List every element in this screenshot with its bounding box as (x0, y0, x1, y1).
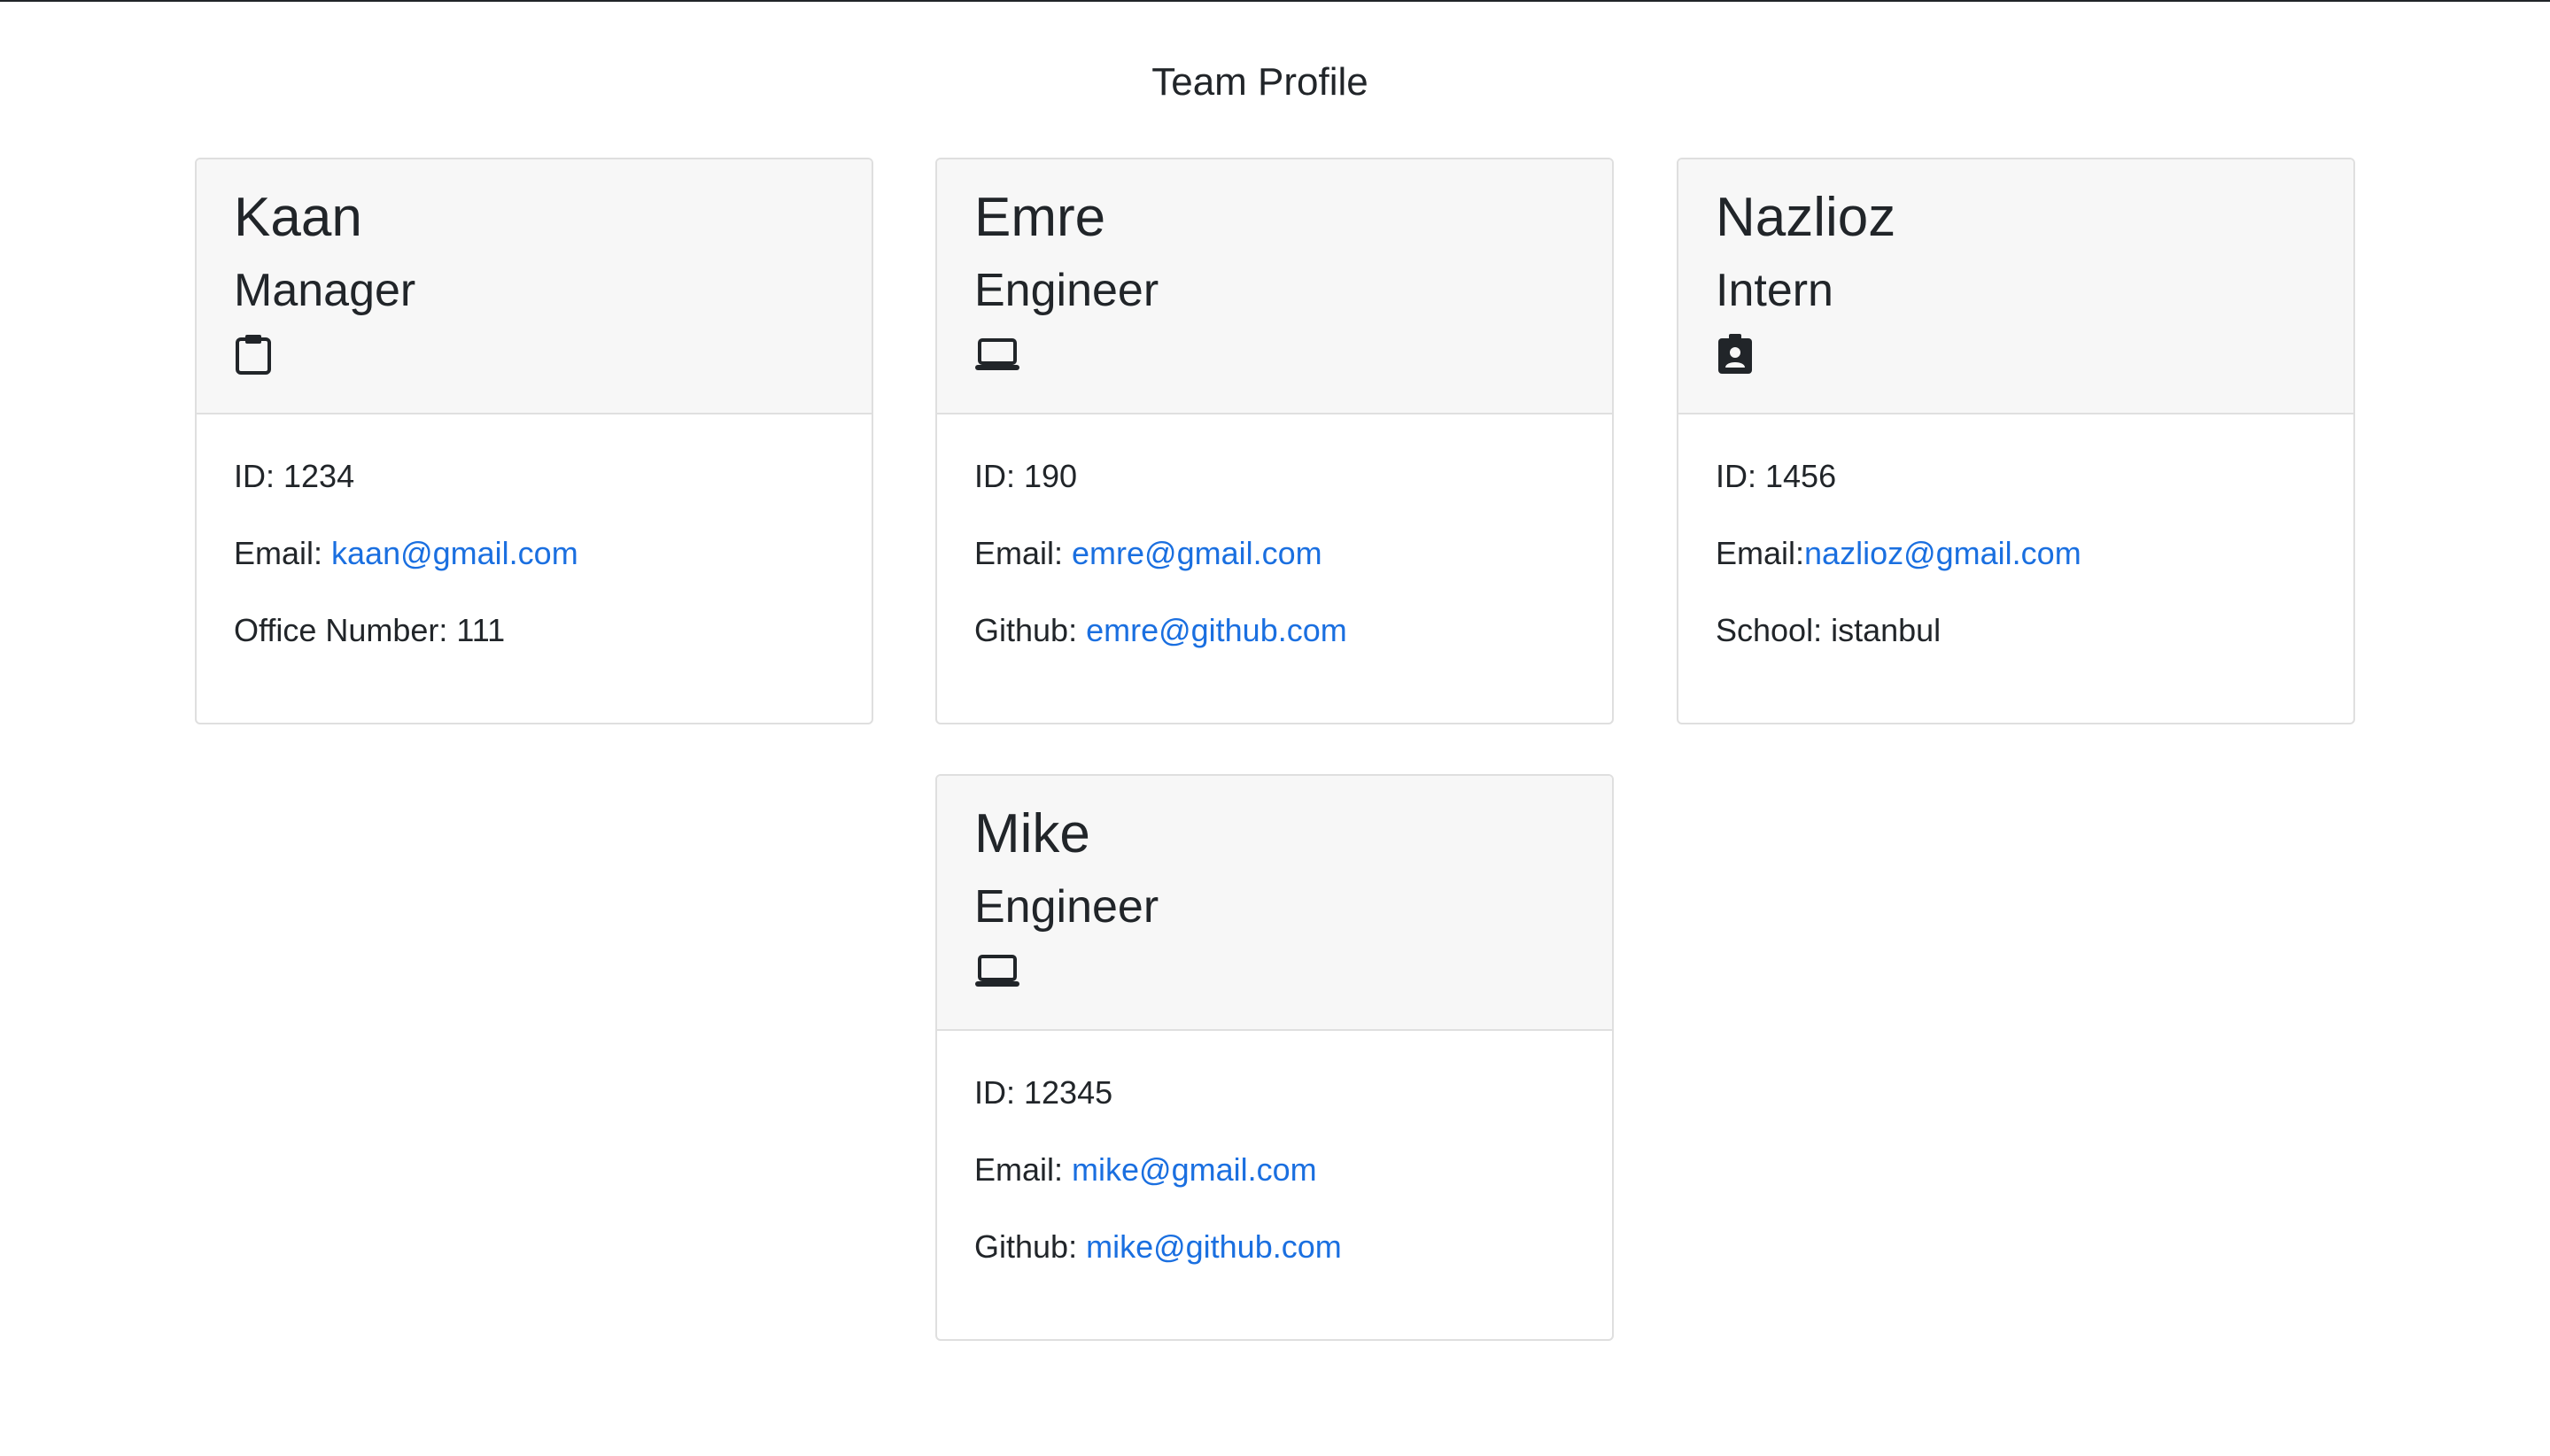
github-link[interactable]: emre@github.com (1086, 612, 1347, 648)
member-id: ID: 1234 (234, 458, 355, 494)
top-divider (0, 0, 2550, 2)
laptop-icon (974, 949, 1612, 995)
member-email-line: Email:nazlioz@gmail.com (1716, 534, 2353, 573)
member-id: ID: 1456 (1716, 458, 1837, 494)
member-office-number: Office Number: 111 (234, 612, 506, 648)
github-link[interactable]: mike@github.com (1086, 1228, 1342, 1265)
card-body: ID: 12345 Email: mike@gmail.com Github: … (937, 1031, 1612, 1266)
member-github-line: Github: mike@github.com (974, 1228, 1612, 1266)
card-header: Kaan Manager (197, 159, 872, 414)
email-link[interactable]: emre@gmail.com (1072, 535, 1322, 571)
page-title: Team Profile (1151, 60, 1368, 105)
team-member-card-mike: Mike Engineer ID: 12345 Email: mike@gmai… (935, 774, 1614, 1341)
github-label: Github: (974, 1228, 1087, 1265)
email-label: Email: (1716, 535, 1805, 571)
github-label: Github: (974, 612, 1087, 648)
badge-icon (1716, 333, 2353, 379)
email-link[interactable]: mike@gmail.com (1072, 1151, 1317, 1188)
member-github-line: Github: emre@github.com (974, 611, 1612, 650)
email-label: Email: (974, 1151, 1073, 1188)
email-label: Email: (974, 535, 1073, 571)
member-role: Intern (1716, 265, 1833, 316)
email-link[interactable]: nazlioz@gmail.com (1804, 535, 2081, 571)
card-body: ID: 1456 Email:nazlioz@gmail.com School:… (1678, 414, 2353, 650)
member-id: ID: 12345 (974, 1074, 1113, 1111)
card-header: Nazlioz Intern (1678, 159, 2353, 414)
member-role: Engineer (974, 265, 1159, 316)
member-role: Manager (234, 265, 416, 316)
member-id: ID: 190 (974, 458, 1078, 494)
card-header: Emre Engineer (937, 159, 1612, 414)
email-link[interactable]: kaan@gmail.com (331, 535, 578, 571)
email-label: Email: (234, 535, 332, 571)
clipboard-icon (234, 333, 872, 379)
card-header: Mike Engineer (937, 776, 1612, 1031)
member-name: Kaan (234, 187, 362, 248)
member-name: Mike (974, 803, 1090, 864)
member-school: School: istanbul (1716, 612, 1942, 648)
member-role: Engineer (974, 881, 1159, 933)
member-name: Emre (974, 187, 1106, 248)
team-member-card-nazlioz: Nazlioz Intern ID: 1456 Email:nazlioz@gm… (1677, 158, 2355, 724)
team-member-card-emre: Emre Engineer ID: 190 Email: emre@gmail.… (935, 158, 1614, 724)
member-email-line: Email: kaan@gmail.com (234, 534, 872, 573)
member-email-line: Email: mike@gmail.com (974, 1150, 1612, 1189)
card-body: ID: 1234 Email: kaan@gmail.com Office Nu… (197, 414, 872, 650)
member-name: Nazlioz (1716, 187, 1896, 248)
team-member-card-kaan: Kaan Manager ID: 1234 Email: kaan@gmail.… (195, 158, 873, 724)
card-body: ID: 190 Email: emre@gmail.com Github: em… (937, 414, 1612, 650)
laptop-icon (974, 333, 1612, 379)
member-email-line: Email: emre@gmail.com (974, 534, 1612, 573)
